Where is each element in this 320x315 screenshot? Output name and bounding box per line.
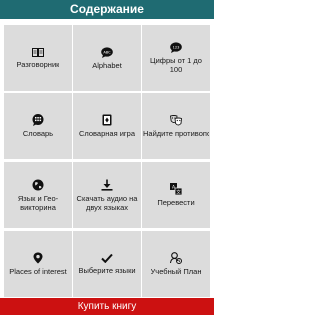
menu-grid: Разговорник ABC Alphabet 123 Цифры от 1 … <box>0 19 214 298</box>
tile-label: Выберите языки <box>78 266 136 275</box>
opposites-masks-icon <box>170 114 182 126</box>
globe-icon <box>32 179 44 191</box>
svg-text:ABC: ABC <box>103 50 111 54</box>
tile-opposites[interactable]: Найдите противоположн <box>142 93 210 159</box>
abc-bubble-icon: ABC <box>101 46 113 58</box>
tile-label: Цифры от 1 до 100 <box>150 56 202 74</box>
location-pin-icon <box>33 252 43 264</box>
tile-download-audio[interactable]: Скачать аудио на двух языках <box>73 162 141 228</box>
tile-label: Найдите противоположн <box>143 128 209 138</box>
tile-choose-languages[interactable]: Выберите языки <box>73 231 141 297</box>
numbers-bubble-icon: 123 <box>170 42 182 53</box>
tile-study-plan[interactable]: Учебный План <box>142 231 210 297</box>
tile-word-game[interactable]: Словарная игра <box>73 93 141 159</box>
tile-alphabet[interactable]: ABC Alphabet <box>73 25 141 91</box>
tile-label: Alphabet <box>92 60 122 70</box>
svg-text:123: 123 <box>173 46 180 50</box>
tile-label: Places of interest <box>9 267 67 276</box>
tile-label: Словарь <box>22 129 54 138</box>
translate-icon: A文 <box>170 183 182 195</box>
tile-label: Скачать аудио на двух языках <box>76 193 138 212</box>
checkmark-icon <box>101 253 113 263</box>
tile-phrasebook[interactable]: Разговорник <box>4 25 72 91</box>
tile-label: Разговорник <box>16 59 60 69</box>
tile-label: Учебный План <box>150 267 202 276</box>
download-icon <box>101 179 113 191</box>
tile-label: Язык и Гео-викторина <box>17 193 59 212</box>
tile-numbers[interactable]: 123 Цифры от 1 до 100 <box>142 25 210 91</box>
tile-label: Перевести <box>157 198 195 207</box>
tile-dictionary[interactable]: Словарь <box>4 93 72 159</box>
tile-label: Словарная игра <box>78 129 135 138</box>
card-game-icon <box>102 114 112 126</box>
tile-translate[interactable]: A文 Перевести <box>142 162 210 228</box>
buy-book-button[interactable]: Купить книгу <box>0 298 214 315</box>
tile-places-of-interest[interactable]: Places of interest <box>4 231 72 297</box>
book-icon <box>32 47 44 57</box>
dictionary-bubble-icon <box>32 114 44 126</box>
study-plan-icon <box>170 252 182 264</box>
page-title: Содержание <box>0 0 214 19</box>
tile-geo-quiz[interactable]: Язык и Гео-викторина <box>4 162 72 228</box>
